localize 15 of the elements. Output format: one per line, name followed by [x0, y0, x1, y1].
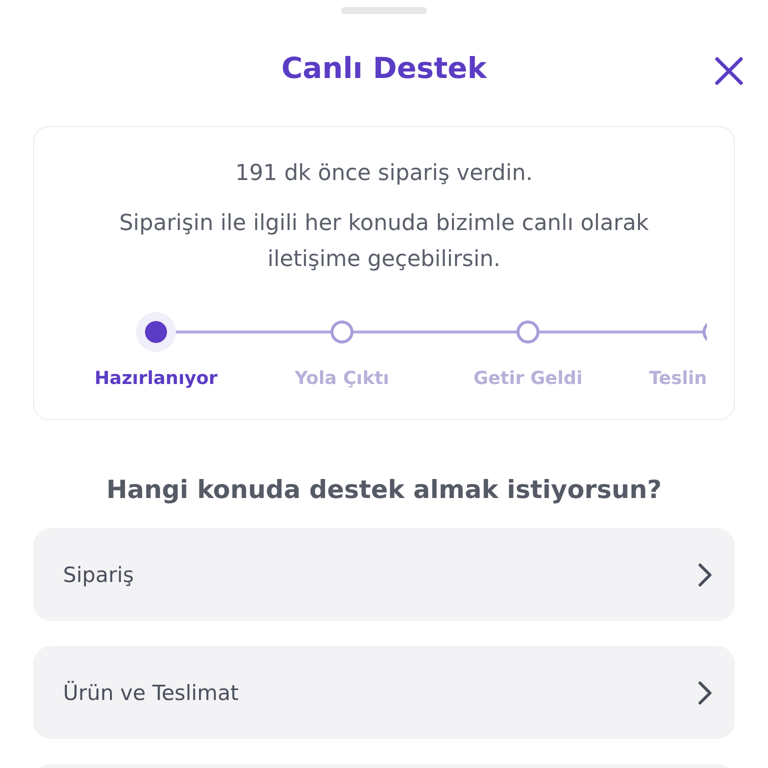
section-heading: Hangi konuda destek almak istiyorsun? — [105, 475, 663, 504]
close-button[interactable] — [712, 54, 746, 88]
step-label: Getir Geldi — [473, 368, 583, 389]
drag-handle[interactable] — [341, 7, 427, 14]
order-time-text: 191 dk önce sipariş verdin. — [234, 161, 534, 186]
topic-item[interactable]: Sipariş — [33, 528, 735, 621]
step-label: Yola Çıktı — [294, 368, 390, 389]
support-message: Siparişin ile ilgili her konuda bizimle canlı olarak iletişime geçebilirsin. — [118, 210, 650, 274]
topic-item[interactable]: Ürün ve Teslimat — [33, 646, 735, 739]
chevron-icon — [697, 680, 713, 706]
step-label: Teslin — [649, 368, 707, 389]
step-label: Hazırlanıyor — [94, 368, 218, 389]
chevron-icon — [697, 562, 713, 588]
close-icon — [712, 54, 746, 88]
window-title: Canlı Destek — [281, 51, 487, 85]
